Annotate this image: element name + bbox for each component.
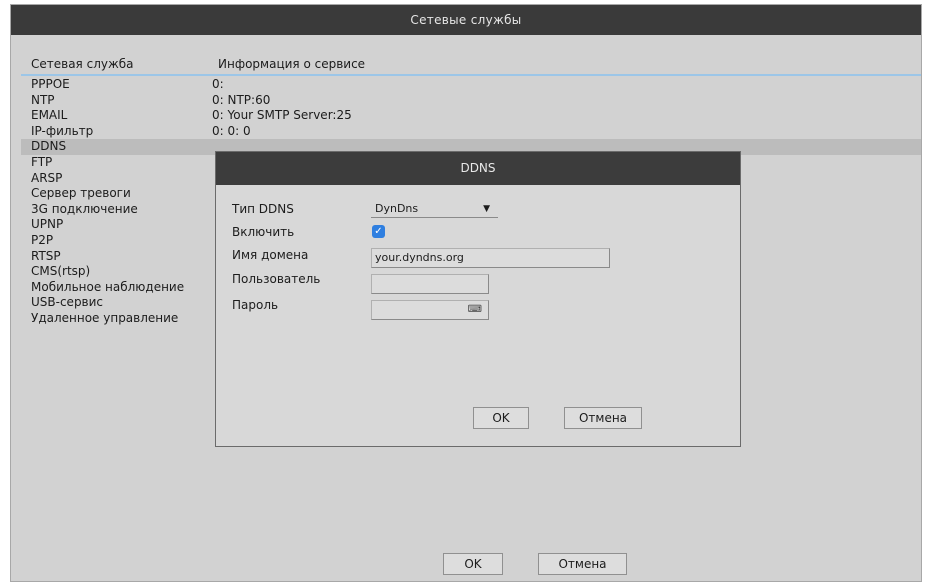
dialog-ok-button[interactable]: OK bbox=[473, 407, 529, 429]
service-name: 3G подключение bbox=[31, 201, 138, 216]
enable-checkbox[interactable]: ✓ bbox=[372, 225, 385, 238]
list-header: Сетевая служба Информация о сервисе bbox=[21, 57, 921, 76]
list-item-pppoe[interactable]: PPPOE 0: bbox=[21, 77, 921, 93]
cancel-button[interactable]: Отмена bbox=[538, 553, 627, 575]
list-item-ntp[interactable]: NTP 0: NTP:60 bbox=[21, 93, 921, 109]
ddns-dialog: DDNS Тип DDNS DynDns ▼ Включить ✓ Имя до… bbox=[215, 151, 741, 447]
check-icon: ✓ bbox=[374, 226, 383, 237]
service-name: CMS(rtsp) bbox=[31, 264, 91, 279]
service-name: IP-фильтр bbox=[31, 123, 94, 138]
service-info: 0: 0: 0 bbox=[212, 123, 251, 138]
password-label: Пароль bbox=[232, 298, 279, 312]
service-name: PPPOE bbox=[31, 77, 70, 91]
service-name: Мобильное наблюдение bbox=[31, 279, 185, 294]
service-info: 0: NTP:60 bbox=[212, 92, 271, 107]
service-name: EMAIL bbox=[31, 108, 68, 123]
password-input[interactable]: ⌨ bbox=[371, 300, 489, 320]
list-item-ip-filter[interactable]: IP-фильтр 0: 0: 0 bbox=[21, 124, 921, 140]
service-name: UPNP bbox=[31, 217, 64, 232]
ddns-type-label: Тип DDNS bbox=[232, 202, 294, 216]
header-service-info: Информация о сервисе bbox=[218, 57, 366, 71]
service-name: USB-сервис bbox=[31, 295, 104, 310]
service-name: FTP bbox=[31, 154, 53, 169]
dialog-title: DDNS bbox=[216, 152, 740, 185]
header-service-name: Сетевая служба bbox=[31, 57, 134, 71]
dialog-cancel-button[interactable]: Отмена bbox=[564, 407, 642, 429]
service-name: ARSP bbox=[31, 170, 63, 185]
ok-button[interactable]: OK bbox=[443, 553, 503, 575]
chevron-down-icon: ▼ bbox=[483, 204, 490, 214]
service-name: P2P bbox=[31, 232, 54, 247]
ddns-type-select[interactable]: DynDns ▼ bbox=[371, 200, 498, 218]
service-name: Удаленное управление bbox=[31, 310, 179, 325]
service-info: 0: Your SMTP Server:25 bbox=[212, 108, 352, 123]
user-input[interactable] bbox=[371, 274, 489, 294]
service-info: 0: bbox=[212, 77, 224, 91]
user-label: Пользователь bbox=[232, 272, 321, 286]
domain-input[interactable]: your.dyndns.org bbox=[371, 248, 610, 268]
service-name: NTP bbox=[31, 92, 55, 107]
window-title: Сетевые службы bbox=[11, 5, 921, 35]
service-name: Сервер тревоги bbox=[31, 186, 131, 201]
keyboard-icon[interactable]: ⌨ bbox=[468, 301, 482, 319]
domain-label: Имя домена bbox=[232, 248, 309, 262]
list-item-email[interactable]: EMAIL 0: Your SMTP Server:25 bbox=[21, 108, 921, 124]
enable-label: Включить bbox=[232, 225, 295, 239]
ddns-type-value: DynDns bbox=[375, 202, 419, 215]
service-name: RTSP bbox=[31, 248, 61, 263]
service-name: DDNS bbox=[31, 139, 67, 154]
